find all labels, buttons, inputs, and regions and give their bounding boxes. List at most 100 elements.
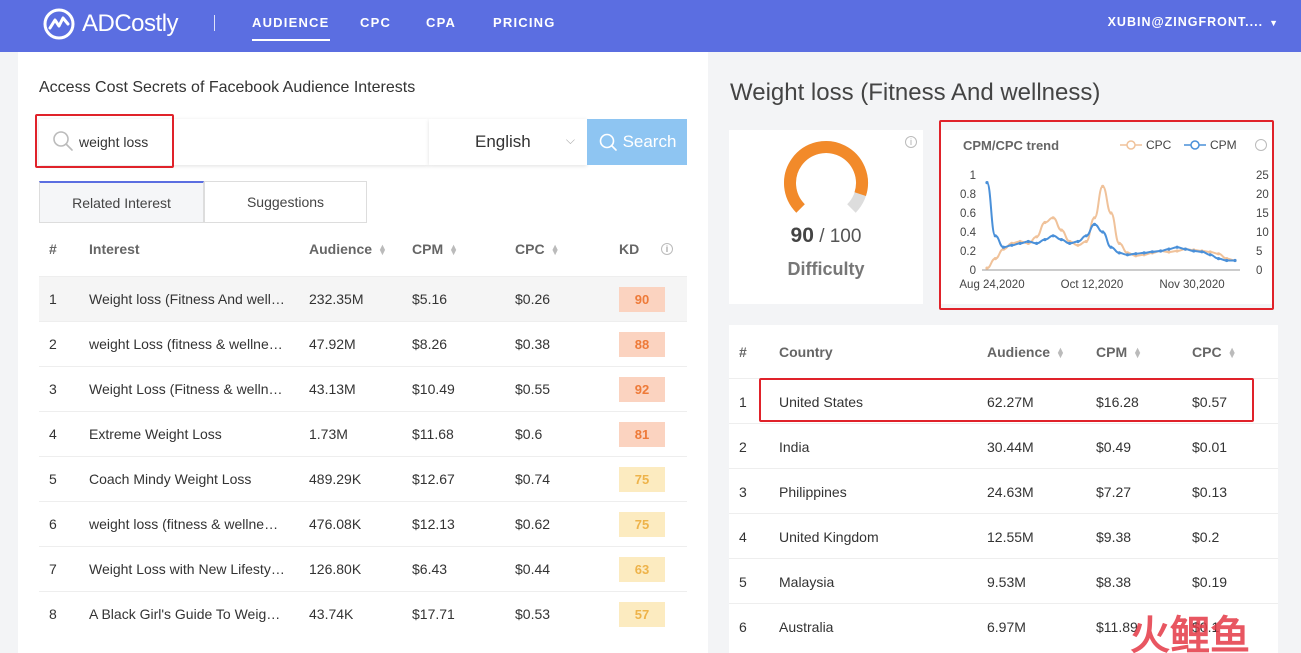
- right-panel: Weight loss (Fitness And wellness) i 90 …: [710, 52, 1301, 653]
- country-name: India: [779, 439, 810, 455]
- table-row[interactable]: 4 United Kingdom 12.55M $9.38 $0.2: [729, 513, 1278, 558]
- row-number: 6: [739, 619, 747, 635]
- interest-name[interactable]: Weight loss (Fitness And well…: [89, 291, 285, 307]
- highlight-box: [939, 120, 1274, 310]
- kd-badge: 90: [619, 287, 665, 312]
- interest-name[interactable]: weight loss (fitness & wellne…: [89, 516, 278, 532]
- kd-badge: 81: [619, 422, 665, 447]
- row-number: 1: [49, 291, 57, 307]
- col-interest: Interest: [89, 241, 140, 257]
- table-header: # Country Audience ▲ ▼ CPM ▲ ▼ CPC ▲ ▼: [729, 325, 1278, 378]
- cpc-value: $0.44: [515, 561, 551, 577]
- nav-divider: [214, 15, 215, 31]
- search-button[interactable]: Search: [587, 119, 687, 165]
- col-number: #: [49, 241, 57, 257]
- audience-value: 126.80K: [309, 561, 362, 577]
- table-header: # Interest Audience ▲ ▼ CPM ▲ ▼ CPC ▲ ▼ KD i: [39, 223, 687, 276]
- sort-icon: ▲ ▼: [1227, 345, 1237, 361]
- top-nav: ADCostly AUDIENCE CPC CPA PRICING XUBIN@…: [0, 0, 1301, 52]
- user-menu[interactable]: XUBIN@ZINGFRONT.... ▼: [1108, 15, 1279, 29]
- table-row[interactable]: 3 Weight Loss (Fitness & welln… 43.13M $10.…: [39, 366, 687, 411]
- info-icon[interactable]: i: [905, 136, 917, 148]
- interest-title: Weight loss (Fitness And wellness): [730, 79, 1101, 106]
- caret-down-icon: ▼: [1269, 18, 1279, 28]
- table-row[interactable]: 3 Philippines 24.63M $7.27 $0.13: [729, 468, 1278, 513]
- audience-value: 9.53M: [987, 574, 1026, 590]
- nav-audience[interactable]: AUDIENCE: [252, 15, 330, 41]
- table-row[interactable]: 8 A Black Girl's Guide To Weig… 43.74K $17.…: [39, 591, 687, 636]
- interest-name[interactable]: weight Loss (fitness & wellne…: [89, 336, 283, 352]
- col-cpc-label: CPC: [1192, 344, 1222, 360]
- table-row[interactable]: 2 weight Loss (fitness & wellne… 47.92M $8.…: [39, 321, 687, 366]
- cpc-value: $0.13: [1192, 484, 1228, 500]
- difficulty-card: i 90 / 100 Difficulty: [729, 130, 923, 304]
- cpm-value: $12.67: [412, 471, 455, 487]
- table-row[interactable]: 7 Weight Loss with New Lifesty… 126.80K $6.…: [39, 546, 687, 591]
- row-number: 8: [49, 606, 57, 622]
- cpm-value: $17.71: [412, 606, 455, 622]
- interest-name[interactable]: Weight Loss with New Lifesty…: [89, 561, 285, 577]
- highlight-box: [35, 114, 174, 168]
- cpc-value: $0.2: [1192, 529, 1220, 545]
- table-row[interactable]: 1 Weight loss (Fitness And well… 232.35M $5…: [39, 276, 687, 321]
- sort-icon: ▲ ▼: [1133, 345, 1143, 361]
- table-row[interactable]: 5 Malaysia 9.53M $8.38 $0.19: [729, 558, 1278, 603]
- row-number: 3: [49, 381, 57, 397]
- table-row[interactable]: 4 Extreme Weight Loss 1.73M $11.68 $0.6 81: [39, 411, 687, 456]
- row-number: 4: [49, 426, 57, 442]
- cpm-value: $7.27: [1096, 484, 1132, 500]
- table-row[interactable]: 6 weight loss (fitness & wellne… 476.08K $1…: [39, 501, 687, 546]
- cpc-value: $0.26: [515, 291, 551, 307]
- audience-value: 1.73M: [309, 426, 348, 442]
- audience-value: 43.13M: [309, 381, 356, 397]
- col-cpm[interactable]: CPM ▲ ▼: [1096, 344, 1142, 360]
- interest-name[interactable]: Extreme Weight Loss: [89, 426, 222, 442]
- col-cpc-label: CPC: [515, 241, 545, 257]
- audience-value: 24.63M: [987, 484, 1034, 500]
- sort-icon: ▲ ▼: [449, 242, 459, 258]
- interest-name[interactable]: Weight Loss (Fitness & welln…: [89, 381, 282, 397]
- nav-pricing[interactable]: PRICING: [493, 15, 556, 30]
- nav-cpa[interactable]: CPA: [426, 15, 456, 30]
- nav-cpc[interactable]: CPC: [360, 15, 391, 30]
- search-icon: [599, 133, 617, 151]
- row-number: 7: [49, 561, 57, 577]
- watermark-logo: 火鲤鱼: [1130, 614, 1250, 653]
- row-number: 5: [739, 574, 747, 590]
- tab-suggestions[interactable]: Suggestions: [204, 181, 367, 223]
- cpc-value: $0.38: [515, 336, 551, 352]
- col-audience[interactable]: Audience ▲ ▼: [309, 241, 387, 257]
- logo-icon: [43, 8, 75, 40]
- language-select[interactable]: English ⌵: [429, 119, 587, 165]
- col-cpc[interactable]: CPC ▲ ▼: [515, 241, 559, 257]
- chevron-down-icon: ⌵: [565, 133, 575, 147]
- logo-text: ADCostly: [82, 10, 179, 37]
- interest-name[interactable]: Coach Mindy Weight Loss: [89, 471, 251, 487]
- table-row[interactable]: 2 India 30.44M $0.49 $0.01: [729, 423, 1278, 468]
- logo[interactable]: ADCostly: [42, 7, 179, 41]
- row-number: 1: [739, 394, 747, 410]
- col-cpm-label: CPM: [1096, 344, 1128, 360]
- col-cpc[interactable]: CPC ▲ ▼: [1192, 344, 1236, 360]
- country-name: Malaysia: [779, 574, 835, 590]
- kd-badge: 75: [619, 512, 665, 537]
- row-number: 4: [739, 529, 747, 545]
- sort-icon: ▲ ▼: [378, 242, 387, 258]
- table-row[interactable]: 5 Coach Mindy Weight Loss 489.29K $12.67 $0.…: [39, 456, 687, 501]
- left-panel: Access Cost Secrets of Facebook Audience…: [18, 52, 708, 653]
- kd-badge: 92: [619, 377, 665, 402]
- cpc-value: $0.62: [515, 516, 551, 532]
- col-cpm[interactable]: CPM ▲ ▼: [412, 241, 458, 257]
- row-number: 2: [49, 336, 57, 352]
- cpm-value: $9.38: [1096, 529, 1132, 545]
- audience-value: 47.92M: [309, 336, 356, 352]
- col-cpm-label: CPM: [412, 241, 444, 257]
- col-audience[interactable]: Audience ▲ ▼: [987, 344, 1065, 360]
- language-value: English: [475, 132, 531, 151]
- interest-name[interactable]: A Black Girl's Guide To Weig…: [89, 606, 280, 622]
- cpm-value: $0.49: [1096, 439, 1132, 455]
- info-icon[interactable]: i: [661, 243, 673, 255]
- cpc-value: $0.55: [515, 381, 551, 397]
- audience-value: 30.44M: [987, 439, 1034, 455]
- tab-related-interest[interactable]: Related Interest: [39, 181, 204, 223]
